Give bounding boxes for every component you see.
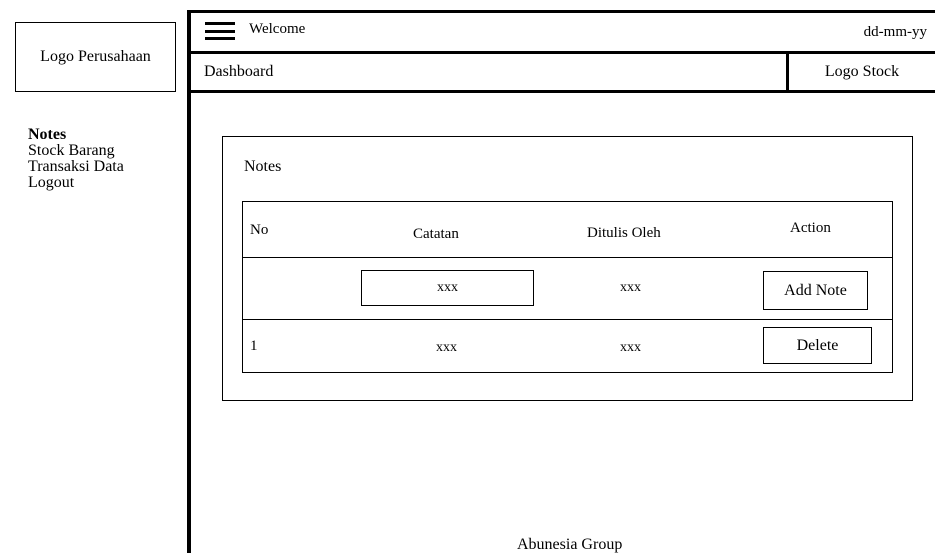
column-header-catatan: Catatan (413, 226, 459, 242)
catatan-input-value: xxx (437, 280, 458, 295)
row-ditulis-oleh: xxx (620, 340, 641, 355)
breadcrumb: Dashboard (204, 63, 274, 80)
column-header-no: No (250, 222, 269, 238)
panel-title: Notes (244, 158, 282, 175)
welcome-text: Welcome (249, 21, 306, 37)
delete-button-label: Delete (796, 336, 839, 354)
company-logo-text: Logo Perusahaan (40, 48, 151, 65)
sidebar-item-stock-barang[interactable]: Stock Barang (28, 143, 124, 159)
stock-logo-text: Logo Stock (824, 63, 900, 80)
sidebar-item-notes[interactable]: Notes (28, 127, 124, 143)
column-header-ditulis-oleh: Ditulis Oleh (587, 225, 661, 241)
delete-button[interactable]: Delete (763, 327, 872, 364)
footer-text: Abunesia Group (517, 536, 623, 553)
add-note-button[interactable]: Add Note (763, 271, 868, 310)
row-catatan: xxx (436, 340, 457, 355)
add-note-button-label: Add Note (784, 281, 847, 299)
date-text: dd-mm-yy (863, 24, 927, 40)
company-logo: Logo Perusahaan (15, 22, 176, 92)
catatan-input[interactable]: xxx (361, 270, 534, 306)
table-row-divider (242, 257, 893, 258)
subheader-bottom-border (187, 90, 935, 93)
sidebar-menu: Notes Stock Barang Transaksi Data Logout (28, 127, 124, 191)
header-top-border (187, 10, 935, 13)
column-header-action: Action (790, 220, 831, 236)
row-no: 1 (250, 338, 258, 354)
sidebar-item-transaksi-data[interactable]: Transaksi Data (28, 159, 124, 175)
table-row-divider (242, 319, 893, 320)
hamburger-icon[interactable] (205, 22, 235, 40)
stock-logo: Logo Stock (789, 54, 935, 90)
sidebar-item-logout[interactable]: Logout (28, 175, 124, 191)
ditulis-oleh-value: xxx (620, 280, 641, 295)
